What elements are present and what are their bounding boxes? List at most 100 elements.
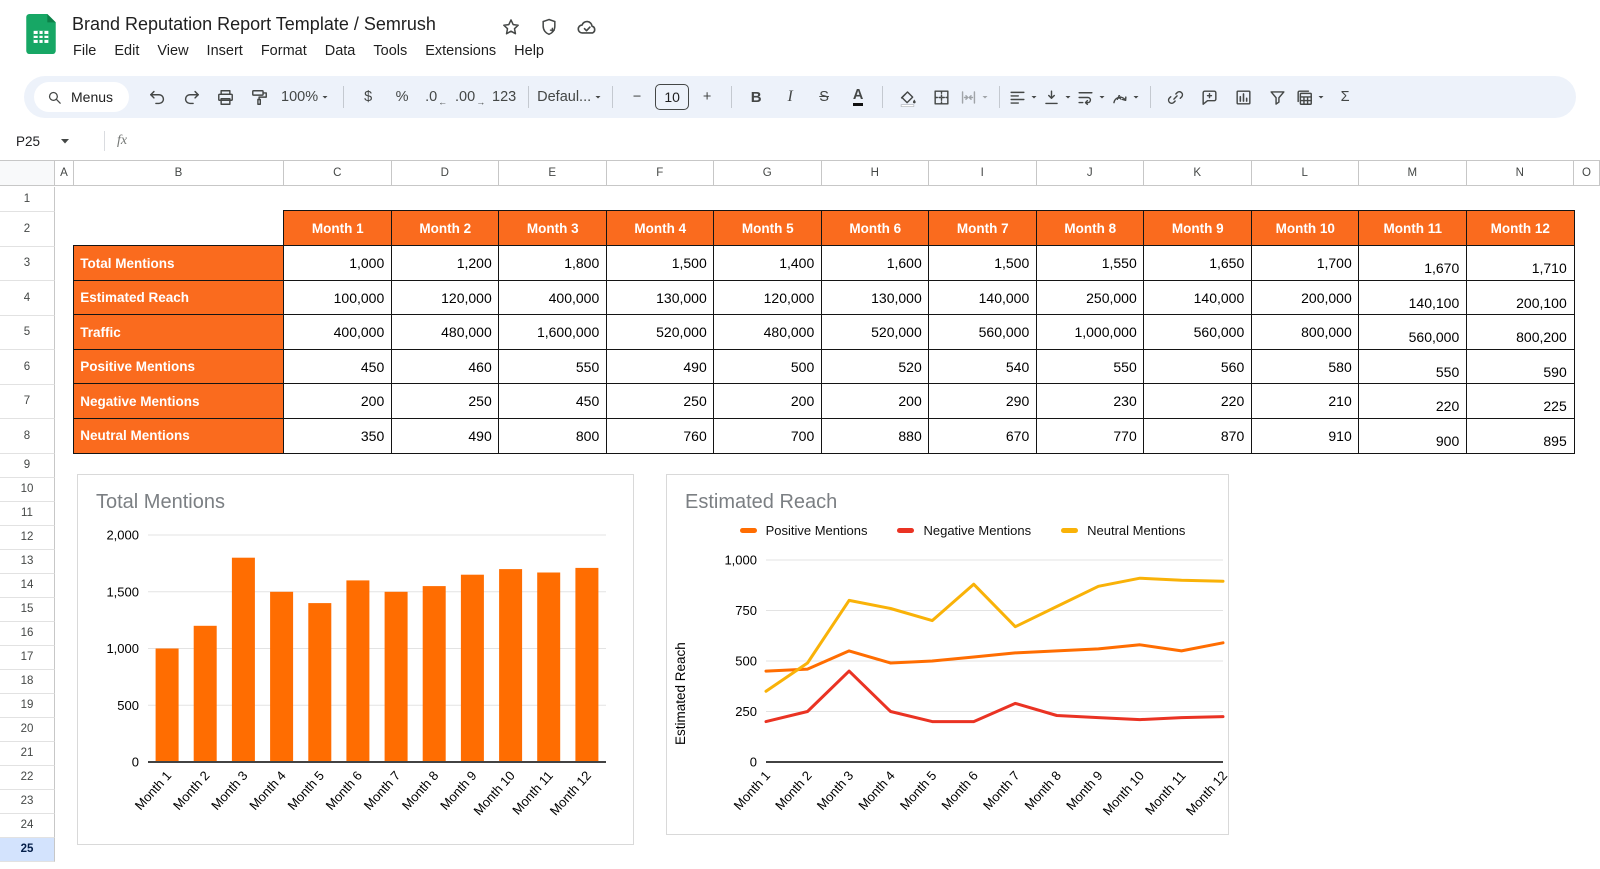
metric-label-cell[interactable]: Total Mentions [73,245,285,282]
month-header-cell[interactable]: Month 12 [1465,210,1575,247]
estimated-reach-chart[interactable]: Month 1 Month 2 Month 3 Month 4 Month 5 Month… [666,474,1230,835]
value-cell[interactable]: 800,200 [1465,314,1575,351]
value-cell[interactable]: 250,000 [1035,279,1145,316]
name-box[interactable]: P25 [0,122,100,160]
value-cell[interactable]: 200 [283,383,393,420]
value-cell[interactable]: 590 [1465,348,1575,385]
value-cell[interactable]: 140,100 [1358,279,1468,316]
value-cell[interactable]: 225 [1465,383,1575,420]
value-cell[interactable]: 350 [283,417,393,454]
toolbar-text-wrapping[interactable] [1076,82,1108,112]
column-header-F[interactable]: F [607,161,714,185]
value-cell[interactable]: 770 [1035,417,1145,454]
value-cell[interactable]: 400,000 [283,314,393,351]
column-header-I[interactable]: I [929,161,1037,185]
value-cell[interactable]: 520,000 [820,314,930,351]
value-cell[interactable]: 230 [1035,383,1145,420]
row-header-2[interactable]: 2 [0,212,55,247]
value-cell[interactable]: 460 [390,348,500,385]
value-cell[interactable]: 1,200 [390,245,500,282]
month-header-cell[interactable]: Month 8 [1035,210,1145,247]
month-header-cell[interactable]: Month 7 [928,210,1038,247]
metric-label-cell[interactable]: Neutral Mentions [73,417,285,454]
row-header-13[interactable]: 13 [0,549,55,574]
star-icon[interactable] [500,16,522,38]
value-cell[interactable]: 520 [820,348,930,385]
menu-edit[interactable]: Edit [105,40,148,62]
value-cell[interactable]: 220 [1358,383,1468,420]
value-cell[interactable]: 1,710 [1465,245,1575,282]
value-cell[interactable]: 480,000 [390,314,500,351]
row-header-24[interactable]: 24 [0,813,55,838]
value-cell[interactable]: 490 [390,417,500,454]
toolbar-more-formats[interactable]: 123 [488,82,520,112]
value-cell[interactable]: 200,100 [1465,279,1575,316]
value-cell[interactable]: 1,600,000 [498,314,608,351]
menu-data[interactable]: Data [316,40,365,62]
value-cell[interactable]: 250 [390,383,500,420]
value-cell[interactable]: 200,000 [1250,279,1360,316]
sheets-logo-icon[interactable] [26,14,56,54]
row-header-5[interactable]: 5 [0,315,55,350]
value-cell[interactable]: 480,000 [713,314,823,351]
toolbar-strikethrough[interactable]: S [808,82,840,112]
month-header-cell[interactable]: Month 1 [283,210,393,247]
month-header-cell[interactable]: Month 2 [390,210,500,247]
value-cell[interactable]: 560,000 [928,314,1038,351]
row-header-10[interactable]: 10 [0,477,55,502]
row-header-7[interactable]: 7 [0,384,55,419]
value-cell[interactable]: 1,600 [820,245,930,282]
value-cell[interactable]: 140,000 [928,279,1038,316]
value-cell[interactable]: 100,000 [283,279,393,316]
row-header-3[interactable]: 3 [0,246,55,281]
menu-extensions[interactable]: Extensions [416,40,505,62]
value-cell[interactable]: 1,650 [1143,245,1253,282]
value-cell[interactable]: 210 [1250,383,1360,420]
month-header-cell[interactable]: Month 10 [1250,210,1360,247]
value-cell[interactable]: 580 [1250,348,1360,385]
value-cell[interactable]: 1,700 [1250,245,1360,282]
value-cell[interactable]: 900 [1358,417,1468,454]
toolbar-text-color[interactable]: A [842,82,874,112]
toolbar-menus-search[interactable]: Menus [34,82,130,112]
value-cell[interactable]: 130,000 [605,279,715,316]
metric-label-cell[interactable]: Estimated Reach [73,279,285,316]
month-header-cell[interactable]: Month 4 [605,210,715,247]
value-cell[interactable]: 200 [713,383,823,420]
toolbar-borders[interactable] [925,82,957,112]
month-header-cell[interactable]: Month 6 [820,210,930,247]
menu-help[interactable]: Help [505,40,553,62]
row-header-15[interactable]: 15 [0,597,55,622]
value-cell[interactable]: 800,000 [1250,314,1360,351]
value-cell[interactable]: 550 [1035,348,1145,385]
value-cell[interactable]: 1,670 [1358,245,1468,282]
value-cell[interactable]: 540 [928,348,1038,385]
row-header-22[interactable]: 22 [0,765,55,790]
column-header-G[interactable]: G [714,161,822,185]
total-mentions-chart[interactable]: Month 1 Month 2 Month 3 Month 4 Month 5 Month… [77,474,634,845]
toolbar-table-views[interactable] [1295,82,1327,112]
value-cell[interactable]: 870 [1143,417,1253,454]
toolbar-bold[interactable]: B [740,82,772,112]
toolbar-text-rotation[interactable]: A [1110,82,1142,112]
toolbar-insert-comment[interactable] [1193,82,1225,112]
row-header-16[interactable]: 16 [0,621,55,646]
column-header-N[interactable]: N [1467,161,1574,185]
toolbar-increase-decimal-places[interactable]: .00 → [454,82,486,112]
toolbar-zoom[interactable]: 100% [277,82,335,112]
toolbar-increase-font-size[interactable]: + [691,82,723,112]
document-title[interactable]: Brand Reputation Report Template / Semru… [72,14,436,35]
row-header-1[interactable]: 1 [0,187,55,212]
value-cell[interactable]: 250 [605,383,715,420]
column-header-L[interactable]: L [1252,161,1359,185]
toolbar-redo[interactable] [175,82,207,112]
cloud-check-icon[interactable] [576,16,598,38]
row-header-23[interactable]: 23 [0,789,55,814]
toolbar-font[interactable]: Defaul... [537,82,604,112]
column-header-A[interactable]: A [55,161,74,185]
toolbar-insert-link[interactable] [1159,82,1191,112]
column-header-B[interactable]: B [74,161,284,185]
menu-tools[interactable]: Tools [364,40,416,62]
toolbar-italic[interactable]: I [774,82,806,112]
toolbar-undo[interactable] [141,82,173,112]
